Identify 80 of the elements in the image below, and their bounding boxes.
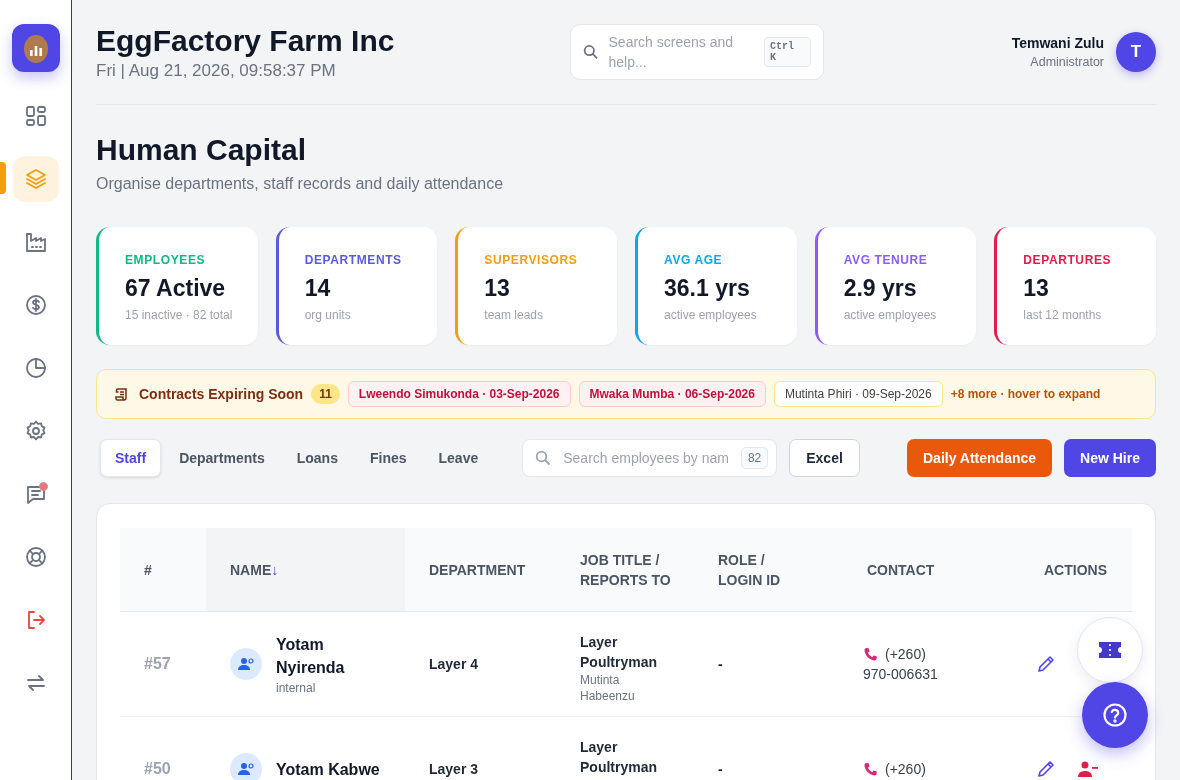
stat-value: 13 [1023, 275, 1050, 302]
user-avatar[interactable]: T [1116, 32, 1156, 72]
search-input[interactable]: Search screens and help... [608, 32, 755, 72]
user-name: Temwani Zulu [1011, 35, 1104, 51]
column-header[interactable]: # [120, 528, 206, 612]
phone-number: 970-006631 [863, 665, 938, 684]
edit-icon[interactable] [1036, 759, 1056, 779]
attendance-button[interactable]: Daily Attendance [907, 439, 1053, 477]
stat-note: active employees [664, 308, 758, 322]
company-name: EggFactory Farm Inc [96, 23, 396, 57]
search-icon [583, 44, 599, 60]
row-number: #50 [144, 760, 171, 778]
stat-value: 67 Active [125, 275, 227, 302]
role-cell: - [718, 761, 723, 777]
export-button[interactable]: Excel [789, 439, 860, 477]
more-link[interactable]: +8 more · hover to expand [950, 387, 1101, 401]
role-cell: - [718, 656, 723, 672]
search-field[interactable]: Search screens and help... Ctrl K [570, 24, 824, 80]
phone-code: (+260) [885, 645, 926, 664]
reports-to: Mutinta Habeenzu [580, 672, 636, 704]
help-icon [1102, 702, 1128, 728]
stat-label: DEPARTMENTS [304, 253, 403, 267]
column-header[interactable]: NAME↓ [206, 528, 405, 612]
column-header[interactable]: ACTIONS [1020, 528, 1132, 612]
job-title: Layer Poultryman [580, 738, 658, 777]
phone-icon [863, 761, 878, 777]
tab[interactable]: Staff [100, 439, 162, 477]
ticket-icon [1099, 642, 1121, 658]
column-header[interactable]: ROLE / LOGIN ID [698, 528, 843, 612]
phone-code: (+260) [885, 760, 926, 779]
staff-avatar-icon [230, 753, 262, 780]
page-title: Human Capital [96, 133, 308, 167]
stat-note: 15 inactive · 82 total [125, 308, 234, 322]
contracts-title: Contracts Expiring Soon [139, 386, 304, 402]
stat-value: 13 [484, 275, 511, 302]
tab[interactable]: Departments [165, 439, 279, 477]
employee-name[interactable]: Yotam Nyirenda [276, 633, 381, 679]
contract-chip[interactable]: Mutinta Phiri · 09-Sep-2026 [773, 381, 943, 407]
row-number: #57 [144, 655, 171, 673]
column-header[interactable]: DEPARTMENT [405, 528, 560, 612]
stat-value: 36.1 yrs [664, 275, 751, 302]
stat-note: active employees [843, 308, 938, 322]
remove-user-icon[interactable] [1078, 760, 1098, 778]
search-field[interactable]: Search employees by nam 82 [522, 439, 778, 477]
department-cell: Layer 4 [429, 656, 479, 672]
column-header[interactable]: JOB TITLE / REPORTS TO [560, 528, 698, 612]
count-badge: 82 [740, 447, 769, 469]
contract-chip[interactable]: Lweendo Simukonda · 03-Sep-2026 [347, 381, 571, 407]
contract-chip[interactable]: Mwaka Mumba · 06-Sep-2026 [578, 381, 766, 407]
search-icon [535, 450, 552, 466]
stat-note: team leads [484, 308, 545, 322]
user-role: Administrator [1029, 55, 1104, 69]
stat-value: 14 [304, 275, 332, 302]
edit-icon[interactable] [1036, 654, 1056, 674]
stat-note: last 12 months [1023, 308, 1103, 322]
department-cell: Layer 3 [429, 761, 479, 777]
tab[interactable]: Fines [355, 439, 421, 477]
shortcut-hint: Ctrl K [764, 37, 811, 67]
stat-label: DEPARTURES [1023, 253, 1113, 267]
column-header[interactable]: CONTACT [843, 528, 1020, 612]
count-badge: 11 [311, 384, 340, 404]
tab[interactable]: Leave [424, 439, 493, 477]
app-logo[interactable] [11, 24, 60, 72]
stat-label: AVG AGE [664, 253, 724, 267]
contract-icon [115, 387, 129, 401]
employee-type: internal [276, 681, 317, 695]
stat-label: EMPLOYEES [125, 253, 207, 267]
new-hire-button[interactable]: New Hire [1064, 439, 1156, 477]
stat-note: org units [304, 308, 352, 322]
date-time: Fri | Aug 21, 2026, 09:58:37 PM [96, 60, 337, 81]
employee-name[interactable]: Yotam Kabwe [276, 757, 380, 780]
stat-label: SUPERVISORS [484, 253, 579, 267]
search-input[interactable]: Search employees by nam [561, 449, 731, 467]
staff-avatar-icon [230, 648, 262, 680]
stat-value: 2.9 yrs [843, 275, 918, 302]
phone-icon [863, 646, 878, 662]
job-title: Layer Poultryman [580, 633, 658, 672]
page-subtitle: Organise departments, staff records and daily attendance [96, 175, 505, 193]
tab[interactable]: Loans [282, 439, 352, 477]
stat-label: AVG TENURE [843, 253, 929, 267]
